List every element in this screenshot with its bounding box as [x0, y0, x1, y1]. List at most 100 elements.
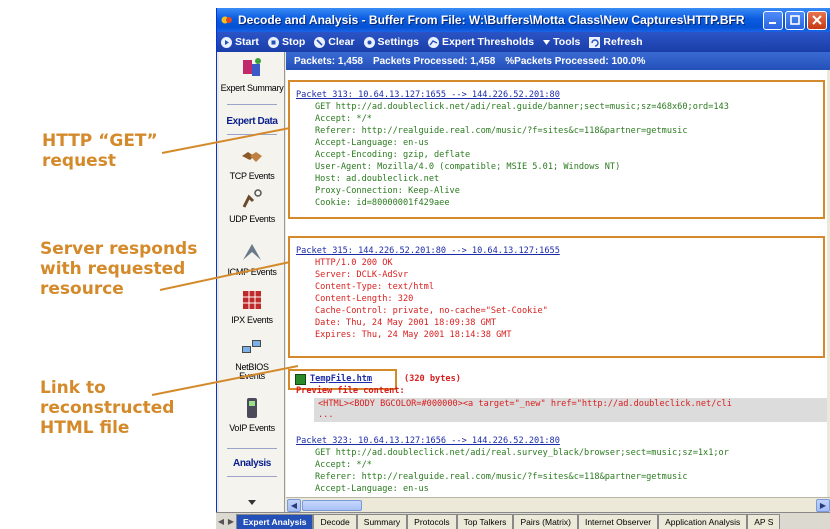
sidebar-item-tcp-events[interactable]: TCP Events: [219, 144, 285, 181]
clear-label: Clear: [328, 36, 355, 48]
packet-313-link[interactable]: Packet 313: 10.64.13.127:1655 --> 144.22…: [296, 90, 560, 101]
tab-pairs-matrix[interactable]: Pairs (Matrix): [513, 514, 578, 529]
preview-ellipsis: ...: [318, 410, 334, 420]
packet-315-line: Cache-Control: private, no-cache="Set-Co…: [315, 306, 548, 316]
packet-313-line: Host: ad.doubleclick.net: [315, 174, 440, 184]
play-icon: [221, 36, 232, 48]
toolbar: Start Stop Clear Settings Expert Thresho…: [217, 32, 830, 52]
tab-scroll-left-icon[interactable]: ◀: [216, 514, 226, 529]
packets-processed: Packets Processed: 1,458: [372, 55, 496, 67]
sidebar-section-analysis[interactable]: Analysis: [219, 458, 285, 469]
minimize-button[interactable]: [763, 10, 783, 30]
expert-sidebar: Expert Summary Expert Data TCP Events UD…: [219, 52, 285, 512]
udp-throw-icon: [242, 189, 262, 208]
horizontal-scroll-thumb[interactable]: [302, 500, 362, 511]
decode-analysis-window: Decode and Analysis - Buffer From File: …: [216, 8, 830, 529]
tab-expert-analysis[interactable]: Expert Analysis: [236, 514, 314, 529]
expert-thresholds-button[interactable]: Expert Thresholds: [427, 36, 535, 48]
sidebar-label: NetBIOS Events: [235, 362, 269, 381]
handshake-icon: [242, 152, 262, 162]
packet-315-line: Content-Type: text/html: [315, 282, 434, 292]
title-bar[interactable]: Decode and Analysis - Buffer From File: …: [217, 8, 830, 32]
sidebar-label: Expert Summary: [220, 83, 284, 93]
gear-icon: [363, 36, 375, 48]
tab-decode[interactable]: Decode: [313, 514, 357, 529]
sidebar-label: ICMP Events: [227, 267, 277, 277]
packets-processed-percent: %Packets Processed: 100.0%: [505, 55, 646, 67]
preview-content-line: <HTML><BODY BGCOLOR=#000000><a target="_…: [318, 399, 732, 409]
packet-315-line: Content-Length: 320: [315, 294, 414, 304]
callout-http-get-request: HTTP “GET” request: [42, 131, 158, 171]
tab-internet-observer[interactable]: Internet Observer: [577, 514, 659, 529]
tab-protocols[interactable]: Protocols: [407, 514, 457, 529]
tab-top-talkers[interactable]: Top Talkers: [456, 514, 514, 529]
refresh-button[interactable]: Refresh: [589, 36, 643, 48]
voip-phone-icon: [247, 398, 257, 418]
sidebar-scroll-down-icon[interactable]: [248, 500, 256, 506]
clear-button[interactable]: Clear: [314, 36, 355, 48]
sidebar-item-ipx-events[interactable]: IPX Events: [219, 288, 285, 325]
sidebar-item-icmp-events[interactable]: ICMP Events: [219, 240, 285, 277]
callout-line: reconstructed: [40, 398, 175, 418]
tab-ap-s[interactable]: AP S: [747, 514, 781, 529]
callout-line: Link to: [40, 378, 106, 398]
packet-313-line: User-Agent: Mozilla/4.0 (compatible; MSI…: [315, 162, 621, 172]
packet-315-line: HTTP/1.0 200 OK: [315, 258, 393, 268]
ipx-grid-icon: [243, 291, 261, 309]
horizontal-scrollbar[interactable]: ◀ ▶: [286, 497, 830, 512]
scroll-right-button[interactable]: ▶: [816, 499, 830, 512]
packet-323-line: GET http://ad.doubleclick.net/adi/real.s…: [315, 448, 729, 458]
tools-label: Tools: [553, 36, 581, 48]
file-size: (320 bytes): [404, 374, 461, 384]
decode-content-pane[interactable]: Packet 313: 10.64.13.127:1655 --> 144.22…: [286, 70, 827, 497]
packet-323-line: Accept-Language: en-us: [315, 484, 429, 494]
sidebar-divider: [227, 104, 277, 105]
callout-line: with requested: [40, 259, 186, 279]
thresholds-icon: [427, 36, 439, 48]
sidebar-item-netbios-events[interactable]: NetBIOS Events: [219, 336, 285, 381]
sidebar-section-expert-data[interactable]: Expert Data: [219, 116, 285, 127]
packets-count: Packets: 1,458: [294, 55, 363, 67]
packet-315-line: Date: Thu, 24 May 2001 18:09:38 GMT: [315, 318, 497, 328]
sidebar-item-udp-events[interactable]: UDP Events: [219, 187, 285, 224]
tools-menu[interactable]: Tools: [543, 36, 580, 48]
packet-315-link[interactable]: Packet 315: 144.226.52.201:80 --> 10.64.…: [296, 246, 560, 257]
window-title: Decode and Analysis - Buffer From File: …: [238, 13, 745, 27]
preview-label: Preview file content:: [296, 386, 405, 396]
window-controls: [763, 10, 827, 30]
callout-line: resource: [40, 279, 124, 299]
packet-313-line: Accept: */*: [315, 114, 372, 124]
tab-summary[interactable]: Summary: [356, 514, 408, 529]
maximize-icon: [790, 15, 800, 25]
stop-icon: [267, 36, 279, 48]
scroll-left-button[interactable]: ◀: [287, 499, 301, 512]
packet-313-line: Referer: http://realguide.real.com/music…: [315, 126, 688, 136]
packet-323-line: Accept: */*: [315, 460, 372, 470]
callout-link-reconstructed-file: Link to reconstructed HTML file: [40, 378, 174, 438]
boomerang-icon: [243, 244, 261, 260]
close-button[interactable]: [807, 10, 827, 30]
sidebar-divider: [227, 476, 277, 477]
dropdown-arrow-icon: [543, 39, 551, 45]
packet-status-bar: Packets: 1,458 Packets Processed: 1,458 …: [286, 52, 830, 70]
packet-313-line: Accept-Encoding: gzip, deflate: [315, 150, 471, 160]
packet-323-link[interactable]: Packet 323: 10.64.13.127:1656 --> 144.22…: [296, 436, 560, 447]
maximize-button[interactable]: [785, 10, 805, 30]
tempfile-link[interactable]: TempFile.htm: [310, 374, 372, 385]
html-file-icon: [295, 374, 306, 385]
packet-315-line: Expires: Thu, 24 May 2001 18:14:38 GMT: [315, 330, 512, 340]
stop-label: Stop: [281, 36, 306, 48]
refresh-icon: [589, 36, 601, 48]
packet-315-line: Server: DCLK-AdSvr: [315, 270, 409, 280]
packet-313-line: Cookie: id=80000001f429aee: [315, 198, 450, 208]
tab-application-analysis[interactable]: Application Analysis: [658, 514, 748, 529]
tab-scroll-right-icon[interactable]: ▶: [226, 514, 236, 529]
expert-summary-icon: [243, 58, 261, 76]
settings-button[interactable]: Settings: [363, 36, 419, 48]
start-button[interactable]: Start: [221, 36, 259, 48]
stop-button[interactable]: Stop: [267, 36, 306, 48]
view-tab-bar: ◀ ▶ Expert Analysis Decode Summary Proto…: [216, 512, 830, 529]
expert-thresholds-label: Expert Thresholds: [441, 36, 535, 48]
sidebar-item-voip-events[interactable]: VoIP Events: [219, 396, 285, 433]
sidebar-item-expert-summary[interactable]: Expert Summary: [219, 56, 285, 93]
